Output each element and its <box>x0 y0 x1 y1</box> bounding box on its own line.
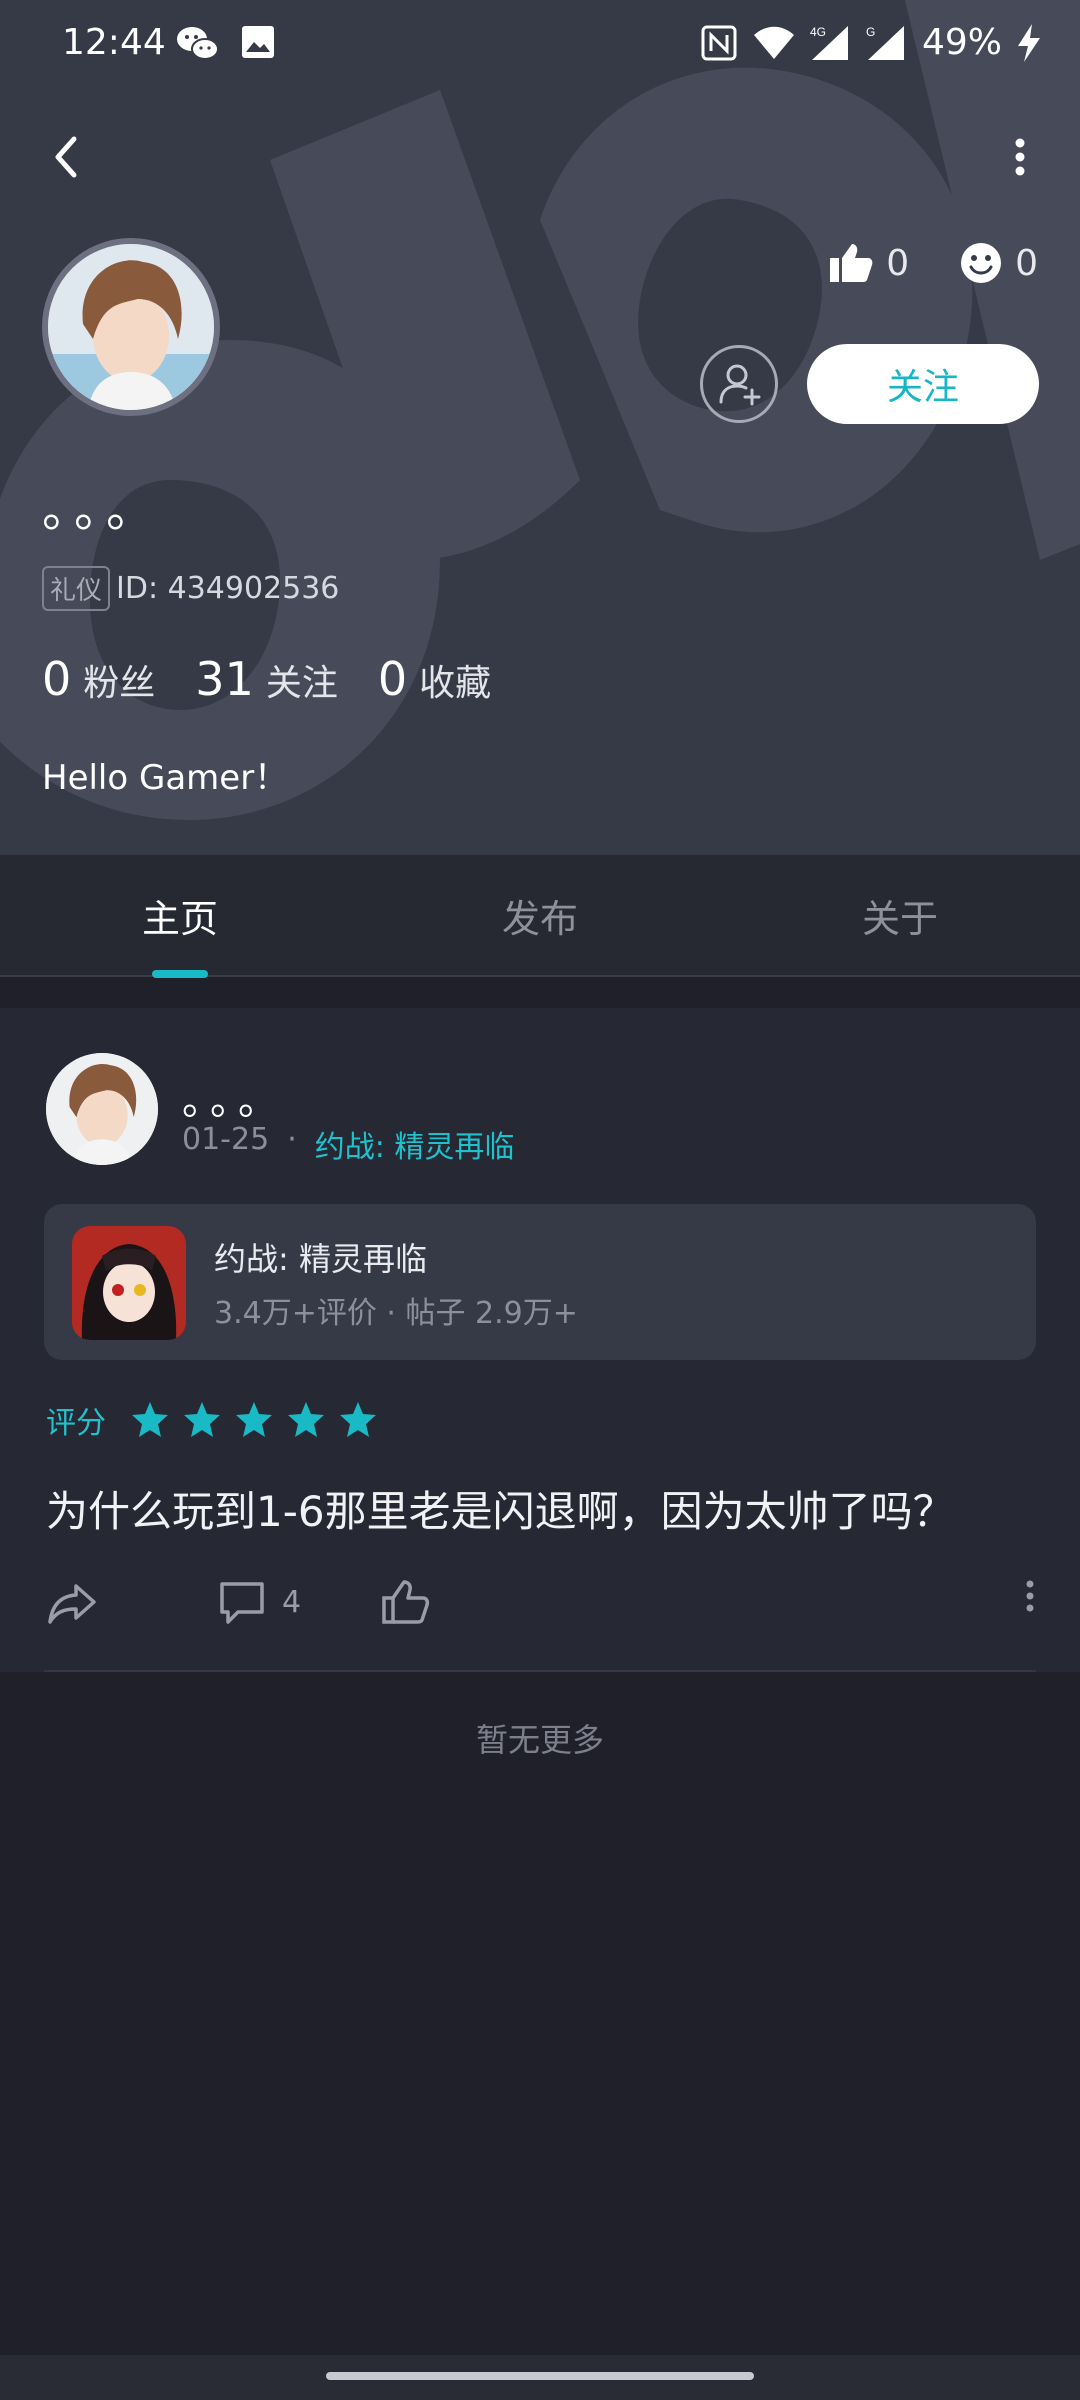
status-time: 12:44 <box>62 22 166 63</box>
game-icon <box>72 1226 186 1340</box>
profile-tabs: 主页 发布 关于 <box>0 855 1080 977</box>
rating-label: 评分 <box>46 1406 106 1441</box>
post-body[interactable]: 为什么玩到1-6那里老是闪退啊，因为太帅了吗？ <box>46 1478 955 1539</box>
game-stats: 3.4万+评价 · 帖子 2.9万+ <box>214 1296 578 1331</box>
game-link[interactable]: 约战: 精灵再临 <box>315 1122 515 1166</box>
stat-fans[interactable]: 0 粉丝 <box>42 652 155 706</box>
profile-bio: Hello Gamer！ <box>42 758 289 798</box>
star-icon <box>184 1402 220 1437</box>
reactions: 0 0 <box>828 240 1038 286</box>
post-more-button[interactable] <box>1020 1576 1040 1616</box>
back-arrow-icon[interactable] <box>36 125 100 189</box>
game-cover-image <box>72 1226 186 1340</box>
more-vertical-icon <box>1026 1580 1034 1612</box>
svg-text:4G: 4G <box>810 25 826 39</box>
profile-avatar[interactable] <box>42 238 220 416</box>
wechat-icon <box>177 27 219 60</box>
post-date: 01-25 <box>182 1122 270 1157</box>
stat-following[interactable]: 31 关注 <box>195 652 338 706</box>
stat-favorites[interactable]: 0 收藏 <box>378 652 491 706</box>
add-user-icon <box>719 364 761 406</box>
rating-stars <box>130 1400 378 1440</box>
tab-posts[interactable]: 发布 <box>360 855 720 975</box>
etiquette-badge[interactable]: 礼仪 <box>42 566 111 611</box>
charging-icon <box>1018 23 1040 62</box>
avatar-image <box>48 244 214 410</box>
user-id: ID: 434902536 <box>116 571 340 606</box>
post-meta: 01-25 · 约战: 精灵再临 <box>182 1122 514 1166</box>
profile-stats: 0 粉丝 31 关注 0 收藏 <box>42 652 491 706</box>
profile-header: 12:44 4G G 49% 0 0 关注 。。。 礼仪 ID: 4349025… <box>0 0 1080 855</box>
avatar-image <box>46 1053 158 1165</box>
post-avatar[interactable] <box>46 1053 158 1165</box>
share-button[interactable] <box>46 1576 100 1630</box>
star-icon <box>288 1402 324 1437</box>
add-friend-button[interactable] <box>700 345 778 423</box>
comment-count: 4 <box>282 1584 302 1620</box>
post-card[interactable]: 。。。 01-25 · 约战: 精灵再临 约战: 精灵再临 3.4万+评价 · … <box>0 1008 1080 1672</box>
status-bar: 12:44 4G G 49% <box>0 0 1080 95</box>
more-vertical-icon[interactable] <box>988 125 1052 189</box>
battery-percent: 49% <box>921 22 1002 63</box>
rating-row: 评分 <box>46 1398 378 1442</box>
no-more-text: 暂无更多 <box>475 1721 604 1759</box>
meta-separator: · <box>287 1122 297 1157</box>
comment-button[interactable]: 4 <box>216 1576 301 1628</box>
game-title: 约战: 精灵再临 <box>214 1240 427 1278</box>
like-button[interactable] <box>380 1576 432 1628</box>
smile-icon <box>961 243 1002 283</box>
comment-icon <box>220 1582 264 1624</box>
star-icon <box>132 1402 168 1437</box>
divider <box>44 1670 1036 1672</box>
like-count[interactable]: 0 <box>828 240 909 286</box>
smile-count[interactable]: 0 <box>959 240 1038 286</box>
thumbs-up-outline-icon <box>382 1580 430 1624</box>
gallery-icon <box>242 26 274 58</box>
watermark-logo <box>0 0 1080 820</box>
signal-g-icon: G <box>866 25 904 60</box>
game-card[interactable]: 约战: 精灵再临 3.4万+评价 · 帖子 2.9万+ <box>44 1204 1036 1360</box>
svg-text:G: G <box>866 25 875 39</box>
tab-indicator <box>152 970 208 978</box>
signal-4g-icon: 4G <box>810 25 848 60</box>
star-icon <box>236 1402 272 1437</box>
post-username[interactable]: 。。。 <box>182 1068 286 1126</box>
follow-button[interactable]: 关注 <box>807 344 1039 424</box>
profile-username: 。。。 <box>42 482 163 538</box>
user-id-row: 礼仪 ID: 434902536 <box>42 566 339 611</box>
star-icon <box>340 1402 376 1437</box>
nfc-icon <box>701 25 737 60</box>
tab-about[interactable]: 关于 <box>720 855 1080 975</box>
post-actions: 4 <box>46 1576 1040 1646</box>
share-icon <box>48 1584 96 1624</box>
home-indicator[interactable] <box>326 2372 754 2380</box>
tab-home[interactable]: 主页 <box>0 855 360 975</box>
wifi-icon <box>753 26 794 59</box>
thumbs-up-icon <box>830 244 873 282</box>
